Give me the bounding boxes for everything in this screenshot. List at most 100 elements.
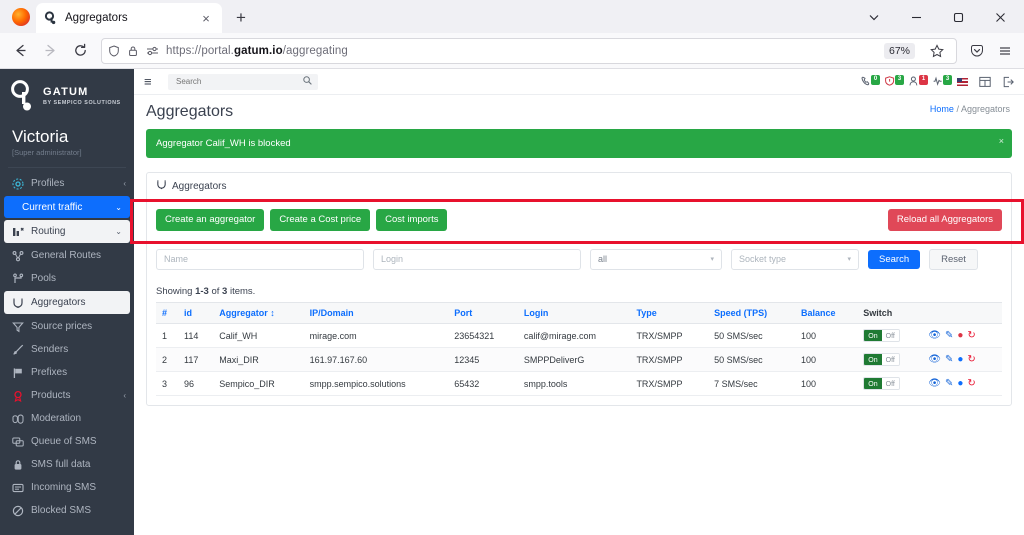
create-cost-price-button[interactable]: Create a Cost price [270, 209, 370, 231]
browser-menu-icon[interactable] [992, 38, 1018, 64]
window-maximize-button[interactable] [938, 3, 978, 31]
pocket-icon[interactable] [964, 38, 990, 64]
sidebar-item-source-prices[interactable]: Source prices [0, 315, 134, 338]
socket-type-filter-select[interactable]: Socket type ▾ [731, 249, 859, 270]
breadcrumb-home[interactable]: Home [930, 104, 954, 114]
col-ip-domain[interactable]: IP/Domain [304, 303, 449, 324]
sidebar-item-incoming-sms[interactable]: Incoming SMS [0, 476, 134, 499]
sidebar-item-current-traffic[interactable]: Current traffic ⌄ [4, 196, 130, 218]
login-filter-input[interactable]: Login [373, 249, 581, 270]
alert-close-icon[interactable]: × [999, 136, 1004, 146]
view-icon[interactable]: 👁 [928, 379, 941, 389]
col-login[interactable]: Login [518, 303, 631, 324]
alert-banner: Aggregator Calif_WH is blocked × [146, 129, 1012, 158]
reload-icon[interactable]: ↻ [967, 379, 975, 389]
create-aggregator-button[interactable]: Create an aggregator [156, 209, 264, 231]
menu-toggle-icon[interactable]: ≡ [144, 74, 158, 89]
browser-tab[interactable]: Aggregators × [36, 3, 222, 33]
search-icon[interactable] [303, 76, 312, 87]
switch-toggle[interactable]: OnOff [863, 329, 900, 342]
switch-toggle[interactable]: OnOff [863, 377, 900, 390]
col-balance[interactable]: Balance [795, 303, 857, 324]
view-icon[interactable]: 👁 [928, 355, 941, 365]
sidebar-item-pools[interactable]: Pools [0, 267, 134, 290]
table-row[interactable]: 2 117 Maxi_DIR 161.97.167.60 12345 SMPPD… [156, 348, 1002, 372]
switch-off-label[interactable]: Off [882, 330, 899, 341]
reload-icon[interactable]: ↻ [967, 355, 975, 365]
sidebar-divider [8, 167, 126, 168]
block-icon[interactable]: ● [957, 379, 963, 389]
sidebar-item-profiles[interactable]: Profiles ‹ [0, 172, 134, 195]
switch-on-label[interactable]: On [864, 378, 881, 389]
col-port[interactable]: Port [448, 303, 518, 324]
senders-icon [11, 343, 24, 356]
col-number[interactable]: # [156, 303, 178, 324]
shield-alert-indicator[interactable]: 3 [885, 76, 898, 87]
switch-off-label[interactable]: Off [882, 378, 899, 389]
grid-icon[interactable] [979, 76, 991, 88]
block-icon[interactable]: ● [957, 331, 963, 341]
sort-icon[interactable]: ↕ [270, 308, 275, 318]
col-speed[interactable]: Speed (TPS) [708, 303, 795, 324]
cell-ip: mirage.com [304, 324, 449, 348]
zoom-level-indicator[interactable]: 67% [884, 43, 915, 59]
sidebar-item-blocked-sms[interactable]: Blocked SMS [0, 499, 134, 522]
logout-icon[interactable] [1002, 76, 1014, 88]
sidebar-item-queue-of-sms[interactable]: Queue of SMS [0, 430, 134, 453]
block-icon[interactable]: ● [957, 355, 963, 365]
switch-toggle[interactable]: OnOff [863, 353, 900, 366]
showing-summary: Showing 1-3 of 3 items. [156, 286, 1002, 297]
bookmark-star-icon[interactable] [924, 38, 950, 64]
tab-close-icon[interactable]: × [198, 10, 214, 26]
tab-list-chevron-icon[interactable] [854, 3, 894, 31]
activity-indicator[interactable]: 3 [933, 76, 946, 87]
switch-off-label[interactable]: Off [882, 354, 899, 365]
reload-button[interactable] [66, 37, 94, 65]
edit-icon[interactable]: ✎ [945, 379, 953, 389]
col-type[interactable]: Type [630, 303, 708, 324]
permissions-icon[interactable] [146, 45, 159, 57]
breadcrumb-separator: / [956, 104, 959, 114]
address-bar[interactable]: https://portal.gatum.io/aggregating 67% [101, 38, 957, 64]
view-icon[interactable]: 👁 [928, 331, 941, 341]
cost-imports-button[interactable]: Cost imports [376, 209, 447, 231]
col-aggregator[interactable]: Aggregator ↕ [213, 303, 303, 324]
new-tab-button[interactable]: + [228, 5, 254, 31]
window-minimize-button[interactable] [896, 3, 936, 31]
reset-button[interactable]: Reset [929, 249, 978, 271]
sidebar-item-products[interactable]: Products ‹ [0, 384, 134, 407]
edit-icon[interactable]: ✎ [945, 331, 953, 341]
table-row[interactable]: 3 96 Sempico_DIR smpp.sempico.solutions … [156, 372, 1002, 396]
edit-icon[interactable]: ✎ [945, 355, 953, 365]
user-indicator[interactable]: 1 [909, 76, 922, 87]
table-row[interactable]: 1 114 Calif_WH mirage.com 23654321 calif… [156, 324, 1002, 348]
search-box[interactable] [168, 74, 318, 90]
switch-on-label[interactable]: On [864, 354, 881, 365]
col-id[interactable]: id [178, 303, 213, 324]
panel-title: Aggregators [172, 181, 226, 192]
lock-icon[interactable] [127, 45, 139, 57]
back-button[interactable] [6, 37, 34, 65]
sidebar-item-sms-full-data[interactable]: SMS full data [0, 453, 134, 476]
switch-on-label[interactable]: On [864, 330, 881, 341]
search-input[interactable] [174, 76, 303, 87]
reload-icon[interactable]: ↻ [967, 331, 975, 341]
shield-icon[interactable] [108, 45, 120, 57]
cell-actions: 👁 ✎ ● ↻ [922, 372, 1002, 396]
window-close-button[interactable] [980, 3, 1020, 31]
sidebar-item-prefixes[interactable]: Prefixes [0, 361, 134, 384]
sidebar-item-label: Aggregators [31, 297, 122, 308]
sidebar-item-senders[interactable]: Senders [0, 338, 134, 361]
sidebar-item-routing[interactable]: Routing ⌄ [4, 220, 130, 243]
type-filter-select[interactable]: all ▾ [590, 249, 722, 270]
reload-all-aggregators-button[interactable]: Reload all Aggregators [888, 209, 1002, 231]
sidebar-item-moderation[interactable]: Moderation [0, 407, 134, 430]
search-button[interactable]: Search [868, 250, 920, 270]
sidebar-item-aggregators[interactable]: Aggregators [4, 291, 130, 314]
sidebar-item-general-routes[interactable]: General Routes [0, 244, 134, 267]
name-filter-input[interactable]: Name [156, 249, 364, 270]
browser-toolbar: https://portal.gatum.io/aggregating 67% [0, 33, 1024, 69]
sidebar-nav: Profiles ‹ Current traffic ⌄ Routing ⌄ G… [0, 172, 134, 522]
phone-indicator[interactable]: 0 [861, 76, 874, 87]
language-flag-icon[interactable] [957, 78, 968, 86]
